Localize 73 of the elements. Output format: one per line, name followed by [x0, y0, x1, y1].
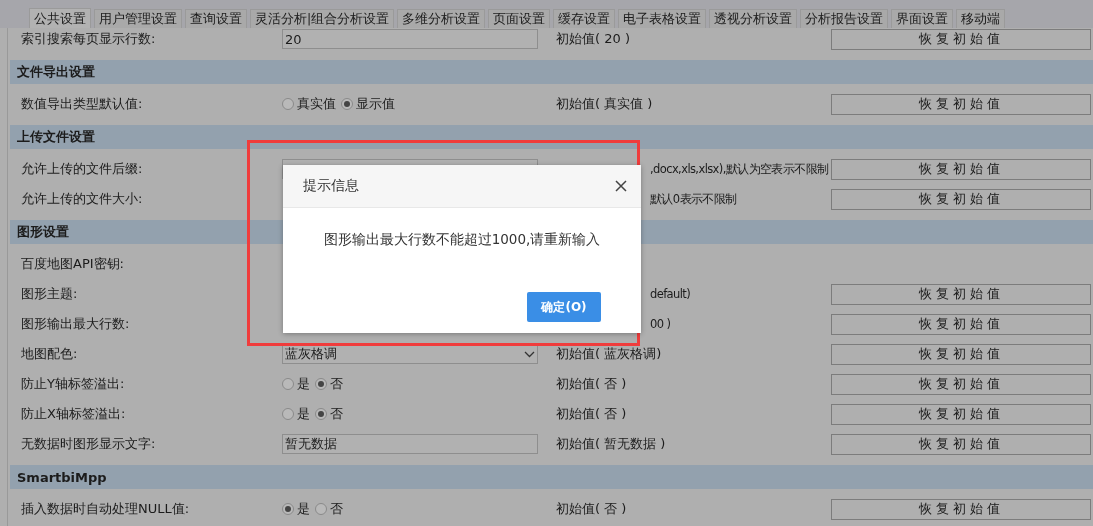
radio-label: 显示值 [356, 95, 395, 113]
settings-tab[interactable]: 界面设置 [891, 9, 954, 28]
restore-default-button[interactable]: 恢复初始值 [831, 403, 1091, 425]
setting-label: 图形输出最大行数: [20, 315, 131, 333]
radio-label: 否 [330, 375, 343, 393]
setting-label: 允许上传的文件后缀: [20, 160, 144, 178]
close-icon[interactable] [615, 180, 627, 192]
setting-label: 插入数据时自动处理NULL值: [20, 500, 191, 518]
dropdown-field[interactable]: 蓝灰格调 [282, 344, 538, 364]
setting-label: 防止Y轴标签溢出: [20, 375, 126, 393]
initial-value: 初始值( 真实值 ) [556, 96, 653, 111]
settings-tab[interactable]: 查询设置 [185, 9, 247, 28]
restore-default-button[interactable]: 恢复初始值 [831, 373, 1091, 395]
restore-default-button[interactable]: 恢复初始值 [831, 433, 1091, 455]
radio-label: 真实值 [297, 95, 336, 113]
radio-button[interactable] [282, 503, 294, 515]
section-title: 文件导出设置 [17, 63, 95, 81]
radio-label: 否 [330, 405, 343, 423]
radio-label: 否 [330, 500, 343, 518]
dialog-title: 提示信息 [303, 177, 359, 195]
setting-label: 数值导出类型默认值: [20, 95, 144, 113]
setting-label: 索引搜索每页显示行数: [20, 30, 157, 48]
radio-button[interactable] [315, 503, 327, 515]
input-field[interactable]: 20 [282, 29, 538, 49]
hint-text: 默认0表示不限制 [650, 191, 737, 206]
radio-button[interactable] [282, 378, 294, 390]
radio-label: 是 [297, 405, 310, 423]
setting-label: 百度地图API密钥: [20, 255, 125, 273]
restore-default-button[interactable]: 恢复初始值 [831, 498, 1091, 520]
settings-tab[interactable]: 移动端 [956, 9, 1006, 28]
chevron-down-icon [524, 350, 535, 358]
setting-label: 图形主题: [20, 285, 79, 303]
radio-button[interactable] [315, 408, 327, 420]
initial-value: default) [650, 287, 691, 301]
settings-tab[interactable]: 透视分析设置 [709, 9, 798, 28]
initial-value: 初始值( 否 ) [556, 501, 627, 516]
radio-button[interactable] [315, 378, 327, 390]
settings-tab[interactable]: 缓存设置 [553, 9, 616, 28]
settings-tab[interactable]: 用户管理设置 [94, 9, 182, 28]
initial-value: 初始值( 否 ) [556, 376, 627, 391]
radio-button[interactable] [282, 98, 294, 110]
setting-label: 防止X轴标签溢出: [20, 405, 127, 423]
restore-default-button[interactable]: 恢复初始值 [831, 188, 1091, 210]
initial-value: 初始值( 暂无数据 ) [556, 436, 666, 451]
restore-default-button[interactable]: 恢复初始值 [831, 283, 1091, 305]
initial-value: 初始值( 否 ) [556, 406, 627, 421]
hint-text: ,docx,xls,xlsx),默认为空表示不限制 [650, 161, 829, 176]
section-title: SmartbiMpp [17, 469, 107, 485]
restore-default-button[interactable]: 恢复初始值 [831, 28, 1091, 50]
radio-button[interactable] [282, 408, 294, 420]
settings-tab[interactable]: 页面设置 [488, 9, 551, 28]
initial-value: 初始值( 蓝灰格调) [556, 346, 662, 361]
input-field[interactable]: 暂无数据 [282, 434, 538, 454]
restore-default-button[interactable]: 恢复初始值 [831, 93, 1091, 115]
settings-tab[interactable]: 公共设置 [29, 8, 91, 28]
setting-label: 允许上传的文件大小: [20, 190, 144, 208]
setting-label: 无数据时图形显示文字: [20, 435, 157, 453]
setting-label: 地图配色: [20, 345, 79, 363]
radio-label: 是 [297, 500, 310, 518]
settings-tab[interactable]: 多维分析设置 [397, 9, 486, 28]
settings-tab[interactable]: 分析报告设置 [800, 9, 889, 28]
initial-value: 初始值( 20 ) [556, 31, 630, 46]
dialog-message: 图形输出最大行数不能超过1000,请重新输入 [323, 231, 601, 249]
section-title: 上传文件设置 [17, 128, 95, 146]
radio-button[interactable] [341, 98, 353, 110]
restore-default-button[interactable]: 恢复初始值 [831, 158, 1091, 180]
restore-default-button[interactable]: 恢复初始值 [831, 343, 1091, 365]
settings-tab[interactable]: 灵活分析|组合分析设置 [250, 9, 395, 28]
radio-label: 是 [297, 375, 310, 393]
restore-default-button[interactable]: 恢复初始值 [831, 313, 1091, 335]
settings-tab[interactable]: 电子表格设置 [618, 9, 707, 28]
section-title: 图形设置 [17, 223, 69, 241]
initial-value: 00 ) [650, 317, 671, 331]
